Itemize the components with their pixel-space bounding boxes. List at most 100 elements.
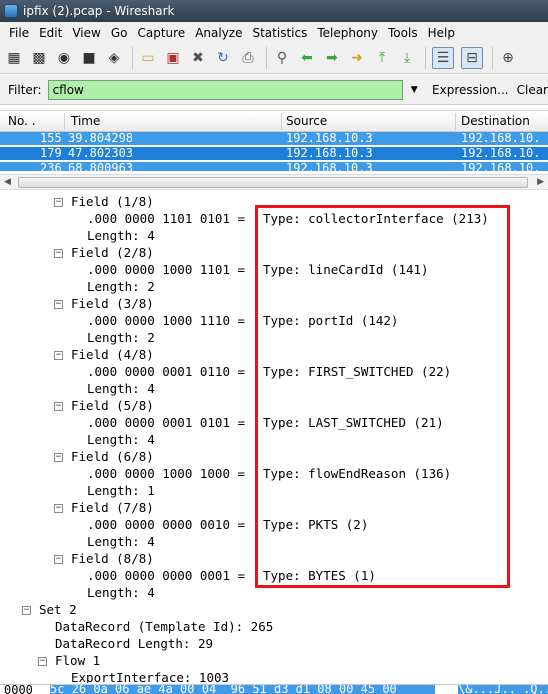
collapse-icon[interactable]: − [54, 351, 63, 360]
tree-flow-item[interactable]: Flow 1 [55, 652, 100, 669]
tree-bits-item[interactable]: .000 0000 1101 0101 = [87, 210, 253, 227]
tree-datarecord-length[interactable]: DataRecord Length: 29 [55, 635, 213, 652]
packet-row-selected[interactable]: 179 47.802303 192.168.10.3 192.168.10. [0, 147, 548, 160]
clear-button[interactable]: Clear [517, 83, 548, 97]
tree-bits-item[interactable]: .000 0000 0001 0101 = [87, 414, 253, 431]
menu-view[interactable]: View [67, 26, 105, 40]
filter-dropdown-icon[interactable]: ▼ [411, 85, 424, 95]
packet-time: 47.802303 [68, 146, 134, 160]
column-divider[interactable] [455, 113, 456, 130]
menu-go[interactable]: Go [106, 26, 133, 40]
scrollbar-thumb[interactable] [18, 177, 528, 188]
find-packet-icon[interactable]: ⚲ [273, 49, 291, 67]
auto-scroll-icon[interactable]: ⊟ [461, 47, 483, 69]
packet-row[interactable]: 236 68.800963 192.168.10.3 192.168.10. [0, 162, 548, 171]
collapse-icon[interactable]: − [54, 453, 63, 462]
restart-capture-icon[interactable]: ◈ [105, 49, 123, 67]
go-last-icon[interactable]: ⤓ [398, 49, 416, 67]
tree-datarecord-template[interactable]: DataRecord (Template Id): 265 [55, 618, 273, 635]
menu-analyze[interactable]: Analyze [190, 26, 247, 40]
tree-bits-item[interactable]: .000 0000 1000 1101 = [87, 261, 253, 278]
packet-row[interactable]: 155 39.804298 192.168.10.3 192.168.10. [0, 132, 548, 145]
tree-field-item[interactable]: Field (1/8) [71, 193, 154, 210]
tree-field-item[interactable]: Field (6/8) [71, 448, 154, 465]
packet-time: 68.800963 [68, 161, 134, 172]
print-icon[interactable]: ⎙ [239, 49, 257, 67]
save-file-icon[interactable]: ▣ [164, 49, 182, 67]
tree-field-item[interactable]: Field (8/8) [71, 550, 154, 567]
window-title: ipfix (2).pcap - Wireshark [23, 4, 175, 18]
tree-type-value[interactable]: Type: flowEndReason (136) [263, 465, 451, 482]
tree-field-item[interactable]: Field (5/8) [71, 397, 154, 414]
menu-telephony[interactable]: Telephony [312, 26, 383, 40]
menu-capture[interactable]: Capture [132, 26, 190, 40]
capture-options-icon[interactable]: ▩ [30, 49, 48, 67]
collapse-icon[interactable]: − [54, 198, 63, 207]
column-header-no[interactable]: No. . [8, 114, 36, 128]
tree-export-interface[interactable]: ExportInterface: 1003 [71, 669, 229, 683]
open-file-icon[interactable]: ▭ [139, 49, 157, 67]
close-file-icon[interactable]: ✖ [189, 49, 207, 67]
tree-length-item[interactable]: Length: 4 [87, 533, 155, 550]
tree-field-item[interactable]: Field (3/8) [71, 295, 154, 312]
column-header-destination[interactable]: Destination [461, 114, 530, 128]
tree-length-item[interactable]: Length: 4 [87, 431, 155, 448]
tree-length-item[interactable]: Length: 2 [87, 329, 155, 346]
collapse-icon[interactable]: − [54, 555, 63, 564]
go-forward-icon[interactable]: ➡ [323, 49, 341, 67]
tree-bits-item[interactable]: .000 0000 0000 0010 = [87, 516, 253, 533]
collapse-icon[interactable]: − [38, 657, 47, 666]
collapse-icon[interactable]: − [54, 300, 63, 309]
tree-length-item[interactable]: Length: 1 [87, 482, 155, 499]
stop-capture-icon[interactable]: ■ [80, 49, 98, 67]
column-header-source[interactable]: Source [286, 114, 327, 128]
menu-file[interactable]: File [4, 26, 34, 40]
tree-type-value[interactable]: Type: collectorInterface (213) [263, 210, 489, 227]
scroll-left-icon[interactable]: ◀ [4, 177, 11, 187]
tree-bits-item[interactable]: .000 0000 0001 0110 = [87, 363, 253, 380]
scroll-right-icon[interactable]: ▶ [537, 177, 544, 187]
tree-bits-item[interactable]: .000 0000 1000 1000 = [87, 465, 253, 482]
tree-type-value[interactable]: Type: portId (142) [263, 312, 398, 329]
toolbar-separator [132, 47, 133, 69]
tree-length-item[interactable]: Length: 2 [87, 278, 155, 295]
menu-help[interactable]: Help [423, 26, 460, 40]
menu-edit[interactable]: Edit [34, 26, 67, 40]
go-back-icon[interactable]: ⬅ [298, 49, 316, 67]
hex-bytes-selected[interactable]: 5c 26 0a 06 ae 4a 00 04 96 51 d3 d1 08 0… [50, 685, 435, 694]
column-divider[interactable] [64, 113, 65, 130]
tree-type-value[interactable]: Type: lineCardId (141) [263, 261, 429, 278]
colorize-icon[interactable]: ☰ [432, 47, 454, 69]
menu-tools[interactable]: Tools [383, 26, 423, 40]
column-header-time[interactable]: Time [71, 114, 100, 128]
go-to-packet-icon[interactable]: ➜ [348, 49, 366, 67]
tree-field-item[interactable]: Field (4/8) [71, 346, 154, 363]
start-capture-icon[interactable]: ◉ [55, 49, 73, 67]
collapse-icon[interactable]: − [54, 402, 63, 411]
collapse-icon[interactable]: − [54, 249, 63, 258]
collapse-icon[interactable]: − [54, 504, 63, 513]
tree-field-item[interactable]: Field (2/8) [71, 244, 154, 261]
tree-type-value[interactable]: Type: BYTES (1) [263, 567, 376, 584]
filter-input[interactable]: cflow [47, 79, 403, 100]
column-divider[interactable] [281, 113, 282, 130]
tree-type-value[interactable]: Type: FIRST_SWITCHED (22) [263, 363, 451, 380]
menu-statistics[interactable]: Statistics [247, 26, 312, 40]
interface-list-icon[interactable]: ▦ [5, 49, 23, 67]
tree-bits-item[interactable]: .000 0000 0000 0001 = [87, 567, 253, 584]
expression-button[interactable]: Expression... [432, 83, 509, 97]
tree-bits-item[interactable]: .000 0000 1000 1110 = [87, 312, 253, 329]
packet-list-hscrollbar[interactable]: ◀ ▶ [0, 174, 548, 190]
zoom-in-icon[interactable]: ⊕ [499, 49, 517, 67]
collapse-icon[interactable]: − [22, 606, 31, 615]
tree-field-item[interactable]: Field (7/8) [71, 499, 154, 516]
tree-length-item[interactable]: Length: 4 [87, 380, 155, 397]
tree-type-value[interactable]: Type: PKTS (2) [263, 516, 368, 533]
hex-ascii-selected[interactable]: \&...J.. .Q....E. [458, 685, 548, 694]
tree-type-value[interactable]: Type: LAST_SWITCHED (21) [263, 414, 444, 431]
go-first-icon[interactable]: ⤒ [373, 49, 391, 67]
reload-icon[interactable]: ↻ [214, 49, 232, 67]
tree-set-item[interactable]: Set 2 [39, 601, 77, 618]
tree-length-item[interactable]: Length: 4 [87, 227, 155, 244]
tree-length-item[interactable]: Length: 4 [87, 584, 155, 601]
